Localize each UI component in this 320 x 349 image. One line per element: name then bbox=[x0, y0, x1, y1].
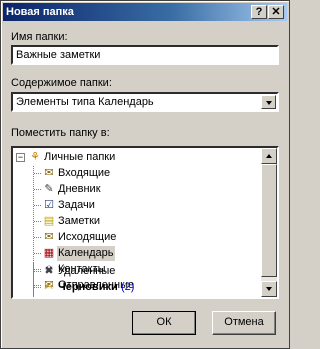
inbox-icon: ✉ bbox=[44, 167, 54, 179]
name-input[interactable]: Важные заметки bbox=[11, 45, 279, 65]
scroll-up-icon[interactable] bbox=[261, 148, 277, 164]
calendar-icon: ▦ bbox=[43, 247, 55, 259]
tree-connector bbox=[34, 237, 42, 238]
close-button[interactable]: ✕ bbox=[268, 5, 284, 19]
collapse-icon[interactable]: − bbox=[16, 153, 25, 162]
scroll-thumb[interactable] bbox=[261, 164, 277, 277]
title-bar[interactable]: Новая папка ? ✕ bbox=[3, 3, 287, 21]
tree-connector bbox=[34, 271, 42, 272]
folder-tree-tail: ✖ Удаленные ✍ Черновики (2) bbox=[13, 263, 261, 297]
tree-item-label: Входящие bbox=[58, 167, 111, 179]
tree-item-label: Задачи bbox=[58, 199, 95, 211]
tree-connector bbox=[34, 173, 42, 174]
journal-icon: ✎ bbox=[44, 183, 54, 195]
new-folder-dialog: Новая папка ? ✕ Имя папки: Важные заметк… bbox=[0, 0, 290, 349]
tree-scrollbar[interactable] bbox=[261, 148, 277, 297]
drafts-icon: ✍ bbox=[44, 281, 54, 293]
tree-connector bbox=[34, 189, 42, 190]
deleted-icon: ✖ bbox=[44, 265, 54, 277]
notes-icon: ▤ bbox=[43, 215, 55, 227]
contents-select-value: Элементы типа Календарь bbox=[16, 96, 154, 108]
tree-item-label: Заметки bbox=[58, 215, 101, 227]
location-label: Поместить папку в: bbox=[11, 127, 110, 139]
tree-item-label: Личные папки bbox=[44, 151, 116, 163]
chevron-down-icon[interactable] bbox=[261, 95, 276, 109]
scroll-down-icon[interactable] bbox=[261, 281, 277, 297]
tree-connector bbox=[34, 253, 42, 254]
ok-button[interactable]: ОК bbox=[132, 311, 196, 335]
tree-connector bbox=[34, 221, 42, 222]
tree-connector bbox=[34, 287, 42, 288]
personal-folders-icon: ⚘ bbox=[30, 151, 40, 163]
tree-connector bbox=[34, 205, 42, 206]
tree-item-label: Черновики bbox=[58, 281, 118, 293]
name-label: Имя папки: bbox=[11, 31, 68, 43]
tasks-icon: ☑ bbox=[44, 199, 54, 211]
window-title: Новая папка bbox=[6, 6, 74, 18]
contents-select[interactable]: Элементы типа Календарь bbox=[11, 92, 279, 112]
cancel-button[interactable]: Отмена bbox=[212, 311, 276, 335]
contents-label: Содержимое папки: bbox=[11, 77, 112, 89]
tree-item-label: Дневник bbox=[58, 183, 101, 195]
tree-item-label: Календарь bbox=[57, 246, 115, 261]
outbox-icon: ✉ bbox=[44, 231, 54, 243]
help-button[interactable]: ? bbox=[251, 5, 267, 19]
tree-connector-line bbox=[33, 263, 34, 297]
tree-item-personal-folders[interactable]: − ⚘ Личные папки bbox=[13, 150, 261, 165]
unread-count: (2) bbox=[121, 281, 135, 293]
tree-item-label: Удаленные bbox=[58, 265, 116, 277]
tree-item-label: Исходящие bbox=[58, 231, 117, 243]
